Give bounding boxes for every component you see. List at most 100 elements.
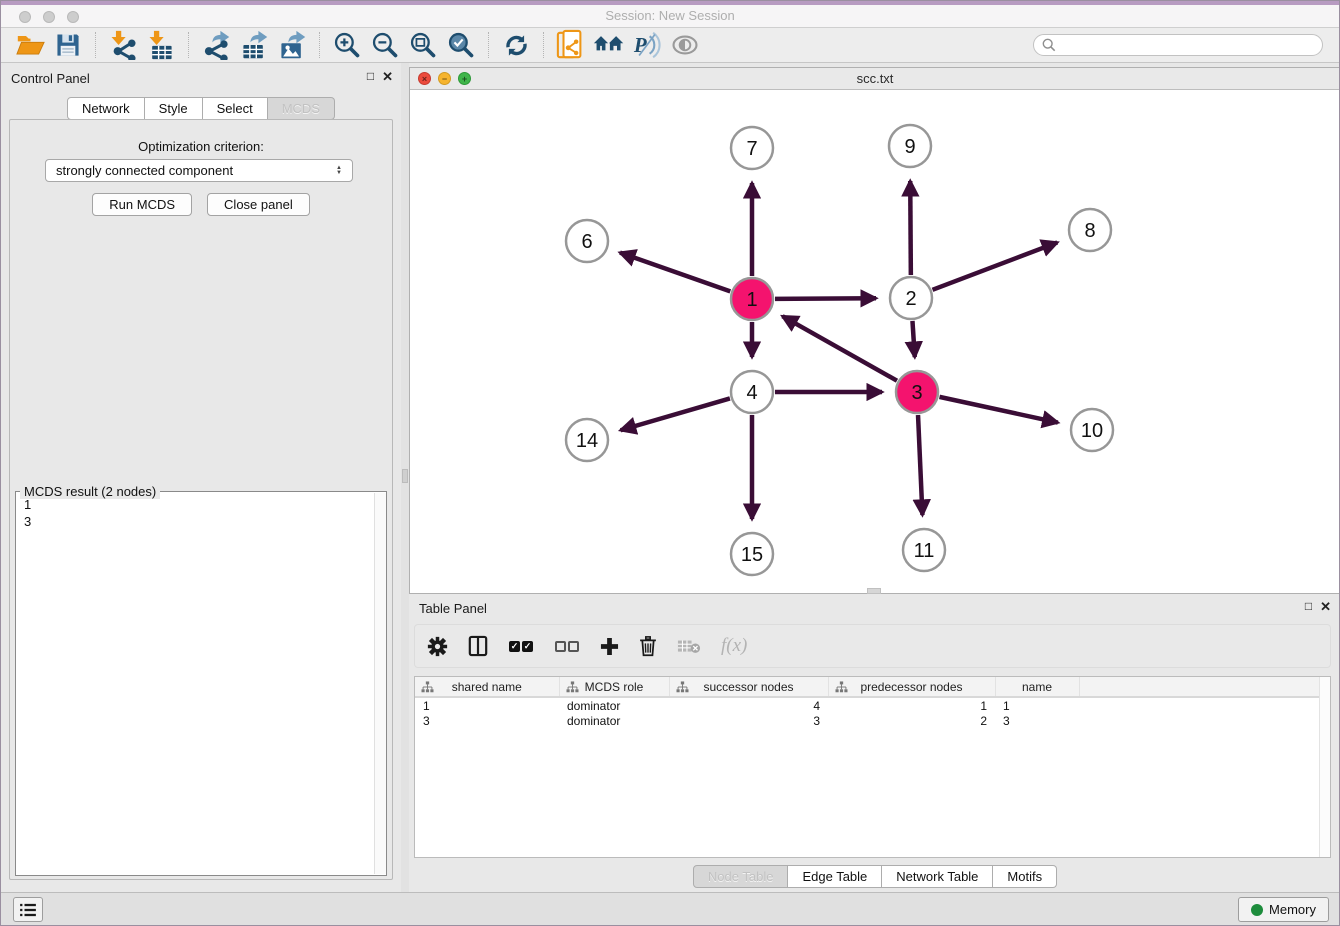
tab-motifs[interactable]: Motifs bbox=[993, 865, 1057, 888]
column-header-predecessor-nodes[interactable]: predecessor nodes bbox=[828, 677, 995, 697]
optimization-criterion-label: Optimization criterion: bbox=[1, 139, 401, 154]
float-table-panel-icon[interactable]: □ bbox=[1305, 599, 1312, 615]
mcds-result-scrollbar[interactable] bbox=[374, 493, 386, 874]
svg-text:8: 8 bbox=[1084, 220, 1095, 242]
graph-edge-4-14[interactable] bbox=[621, 398, 730, 430]
open-folder-icon[interactable] bbox=[13, 30, 47, 60]
table-cell[interactable]: dominator bbox=[559, 697, 669, 713]
table-cell[interactable]: 2 bbox=[828, 713, 995, 729]
table-cell[interactable]: 3 bbox=[995, 713, 1079, 729]
graph-node-9[interactable]: 9 bbox=[889, 125, 931, 167]
network-window-titlebar[interactable]: × − + scc.txt bbox=[410, 68, 1340, 90]
graph-edge-2-9[interactable] bbox=[910, 181, 911, 275]
export-image-icon[interactable] bbox=[275, 30, 309, 60]
delete-icon[interactable] bbox=[639, 632, 657, 660]
hide-graphics-icon[interactable]: P bbox=[630, 30, 664, 60]
tab-node-table[interactable]: Node Table bbox=[693, 865, 789, 888]
graph-node-4[interactable]: 4 bbox=[731, 371, 773, 413]
close-table-panel-icon[interactable]: ✕ bbox=[1320, 599, 1331, 615]
table-cell[interactable]: dominator bbox=[559, 713, 669, 729]
task-list-button[interactable] bbox=[13, 897, 43, 922]
save-icon[interactable] bbox=[51, 30, 85, 60]
search-input[interactable] bbox=[1061, 38, 1314, 52]
node-table[interactable]: shared nameMCDS rolesuccessor nodesprede… bbox=[414, 676, 1331, 858]
tab-select[interactable]: Select bbox=[203, 97, 268, 120]
table-panel: Table Panel □ ✕ ✓✓ bbox=[409, 594, 1340, 894]
close-panel-button[interactable]: Close panel bbox=[207, 193, 310, 216]
tab-edge-table[interactable]: Edge Table bbox=[788, 865, 882, 888]
export-network-icon[interactable] bbox=[199, 30, 233, 60]
mcds-result-line: 3 bbox=[24, 513, 372, 530]
graph-node-6[interactable]: 6 bbox=[566, 220, 608, 262]
list-icon bbox=[19, 903, 37, 917]
select-none-icon[interactable] bbox=[554, 632, 580, 660]
float-panel-icon[interactable]: □ bbox=[367, 69, 374, 85]
import-table-icon[interactable] bbox=[144, 30, 178, 60]
svg-text:2: 2 bbox=[905, 288, 916, 310]
column-header-shared-name[interactable]: shared name bbox=[415, 677, 559, 697]
graph-edge-3-1[interactable] bbox=[782, 316, 896, 381]
table-scrollbar[interactable] bbox=[1319, 677, 1330, 857]
memory-button[interactable]: Memory bbox=[1238, 897, 1329, 922]
table-cell[interactable]: 3 bbox=[415, 713, 559, 729]
graph-edge-1-2[interactable] bbox=[775, 298, 876, 299]
network-canvas[interactable]: 7 9 6 8 1 2 4 3 14 10 15 11 bbox=[410, 90, 1340, 593]
column-header-name[interactable]: name bbox=[995, 677, 1079, 697]
import-network-icon[interactable] bbox=[106, 30, 140, 60]
table-toolbar: ✓✓ f(x) bbox=[414, 624, 1331, 668]
mcds-result-lines: 13 bbox=[24, 496, 372, 871]
close-panel-icon[interactable]: ✕ bbox=[382, 69, 393, 85]
hierarchy-icon bbox=[421, 681, 434, 693]
vertical-splitter[interactable] bbox=[401, 63, 409, 894]
graph-node-14[interactable]: 14 bbox=[566, 419, 608, 461]
optimization-dropdown[interactable]: strongly connected component ▲▼ bbox=[45, 159, 353, 182]
columns-icon[interactable] bbox=[468, 632, 488, 660]
search-box[interactable] bbox=[1033, 34, 1323, 56]
refresh-icon[interactable] bbox=[499, 30, 533, 60]
graph-edge-2-3[interactable] bbox=[912, 321, 914, 357]
run-mcds-button[interactable]: Run MCDS bbox=[92, 193, 192, 216]
home-icon[interactable] bbox=[592, 30, 626, 60]
eye-icon bbox=[668, 30, 702, 60]
zoom-out-icon[interactable] bbox=[368, 30, 402, 60]
graph-node-3[interactable]: 3 bbox=[896, 371, 938, 413]
table-cell[interactable]: 1 bbox=[995, 697, 1079, 713]
graph-edge-3-11[interactable] bbox=[918, 415, 922, 515]
hierarchy-icon bbox=[676, 681, 689, 693]
export-table-icon[interactable] bbox=[237, 30, 271, 60]
zoom-fit-icon[interactable] bbox=[406, 30, 440, 60]
graph-edge-2-8[interactable] bbox=[933, 242, 1058, 289]
zoom-in-icon[interactable] bbox=[330, 30, 364, 60]
table-cell[interactable]: 3 bbox=[669, 713, 828, 729]
splitter-handle[interactable] bbox=[402, 469, 408, 483]
table-row[interactable]: 1dominator411 bbox=[415, 697, 1330, 713]
tab-style[interactable]: Style bbox=[145, 97, 203, 120]
table-cell[interactable]: 4 bbox=[669, 697, 828, 713]
tab-network[interactable]: Network bbox=[67, 97, 145, 120]
tab-network-table[interactable]: Network Table bbox=[882, 865, 993, 888]
toolbar-separator bbox=[319, 32, 320, 58]
table-cell[interactable]: 1 bbox=[828, 697, 995, 713]
graph-node-7[interactable]: 7 bbox=[731, 127, 773, 169]
network-document-icon[interactable] bbox=[554, 30, 588, 60]
graph-node-8[interactable]: 8 bbox=[1069, 209, 1111, 251]
column-header-successor-nodes[interactable]: successor nodes bbox=[669, 677, 828, 697]
application-window: Session: New Session bbox=[0, 0, 1340, 926]
graph-node-2[interactable]: 2 bbox=[890, 277, 932, 319]
graph-edge-3-10[interactable] bbox=[939, 397, 1057, 423]
graph-edge-1-6[interactable] bbox=[620, 253, 730, 292]
table-row[interactable]: 3dominator323 bbox=[415, 713, 1330, 729]
graph-node-15[interactable]: 15 bbox=[731, 533, 773, 575]
gear-icon[interactable] bbox=[427, 632, 448, 660]
table-cell[interactable]: 1 bbox=[415, 697, 559, 713]
table-panel-title: Table Panel bbox=[419, 601, 487, 616]
tab-mcds[interactable]: MCDS bbox=[268, 97, 335, 120]
graph-node-1[interactable]: 1 bbox=[731, 278, 773, 320]
select-all-icon[interactable]: ✓✓ bbox=[508, 632, 534, 660]
network-view-window: × − + scc.txt 7 9 6 8 1 2 4 3 14 10 15 11 bbox=[409, 67, 1340, 594]
graph-node-11[interactable]: 11 bbox=[903, 529, 945, 571]
add-icon[interactable] bbox=[600, 632, 619, 660]
column-header-MCDS-role[interactable]: MCDS role bbox=[559, 677, 669, 697]
graph-node-10[interactable]: 10 bbox=[1071, 409, 1113, 451]
zoom-selected-icon[interactable] bbox=[444, 30, 478, 60]
